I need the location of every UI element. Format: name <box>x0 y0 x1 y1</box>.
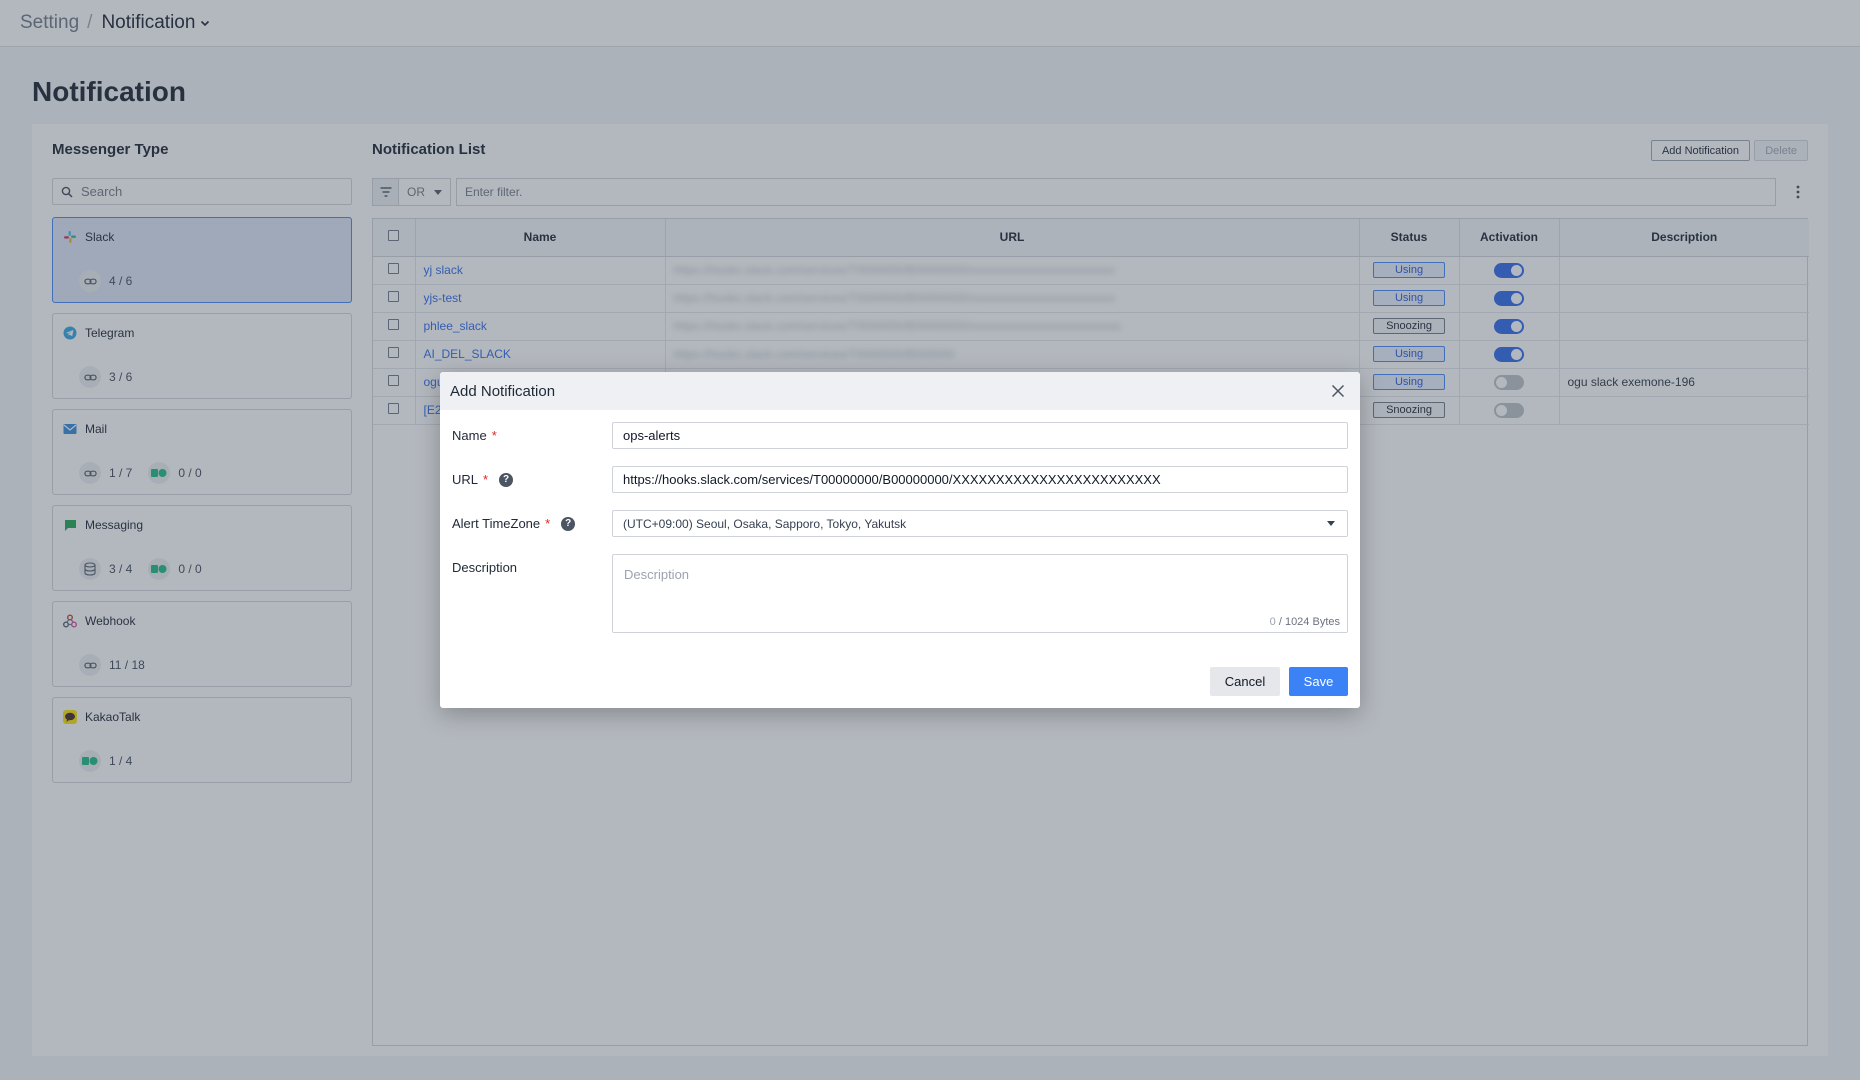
dialog-title: Add Notification <box>450 382 556 400</box>
url-label: URL * ? <box>452 472 514 487</box>
name-label: Name * <box>452 428 497 443</box>
description-textarea[interactable]: Description 0 / 1024 Bytes <box>612 554 1348 633</box>
description-label: Description <box>452 560 517 575</box>
name-input[interactable]: ops-alerts <box>612 422 1348 449</box>
timezone-label: Alert TimeZone * ? <box>452 516 576 531</box>
byte-counter: 0 / 1024 Bytes <box>1270 616 1340 628</box>
caret-down-icon <box>1327 521 1335 526</box>
timezone-select[interactable]: (UTC+09:00) Seoul, Osaka, Sapporo, Tokyo… <box>612 510 1348 537</box>
dialog-header: Add Notification <box>440 372 1360 410</box>
description-label-text: Description <box>452 560 518 575</box>
url-input-value: https://hooks.slack.com/services/T000000… <box>623 472 1161 487</box>
timezone-label-text: Alert TimeZone <box>452 516 541 531</box>
help-icon[interactable]: ? <box>499 472 514 487</box>
description-placeholder: Description <box>624 567 690 582</box>
url-label-text: URL <box>452 472 479 487</box>
cancel-button[interactable]: Cancel <box>1210 667 1280 696</box>
add-notification-dialog: Add Notification Name * ops-alerts URL *… <box>440 372 1360 708</box>
required-mark: * <box>483 472 489 487</box>
timezone-value: (UTC+09:00) Seoul, Osaka, Sapporo, Tokyo… <box>623 516 907 531</box>
name-input-value: ops-alerts <box>623 428 681 443</box>
close-icon[interactable] <box>1330 383 1346 399</box>
byte-counter-total: / 1024 Bytes <box>1275 616 1340 628</box>
required-mark: * <box>545 516 551 531</box>
name-label-text: Name <box>452 428 487 443</box>
save-button[interactable]: Save <box>1289 667 1348 696</box>
help-icon[interactable]: ? <box>561 516 576 531</box>
url-input[interactable]: https://hooks.slack.com/services/T000000… <box>612 466 1348 493</box>
required-mark: * <box>491 428 497 443</box>
